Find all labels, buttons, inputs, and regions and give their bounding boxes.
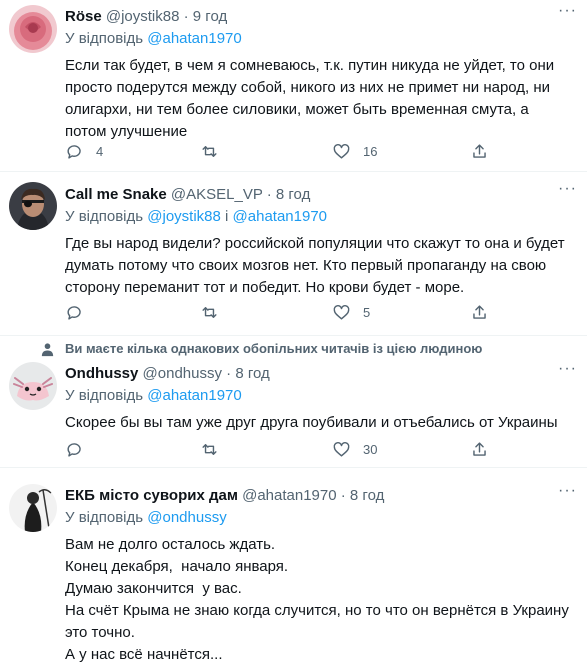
user-handle[interactable]: @ondhussy	[143, 365, 222, 382]
reply-icon	[67, 306, 81, 320]
tweet-text-line: А у нас всё начнётся...	[65, 646, 223, 663]
mention-link[interactable]: @ahatan1970	[147, 387, 241, 404]
share-button[interactable]	[470, 142, 489, 161]
reply-thread: Röse @joystik88 · 9 год У відповідь @aha…	[0, 0, 587, 663]
tweet-text-line: просто подерутся между собой, никого из …	[65, 79, 551, 96]
more-icon[interactable]: ···	[558, 2, 577, 20]
more-icon[interactable]: ···	[558, 482, 577, 500]
display-name[interactable]: Call me Snake	[65, 186, 167, 203]
separator-dot: ·	[226, 365, 232, 382]
avatar[interactable]	[9, 182, 57, 230]
avatar[interactable]	[9, 5, 57, 53]
reply-button[interactable]	[65, 440, 96, 459]
display-name[interactable]: ЕКБ місто суворих дам	[65, 487, 238, 504]
like-button[interactable]: 16	[332, 142, 377, 161]
tweet-text-line: сторону переманит тот и победит. Но кров…	[65, 279, 465, 296]
reply-context: У відповідь @ahatan1970	[65, 386, 573, 406]
like-button[interactable]: 5	[332, 303, 370, 322]
tweet-text-line: олигархи, ни тем более силовики, может б…	[65, 101, 529, 118]
share-icon	[473, 305, 486, 319]
retweet-button[interactable]	[200, 303, 231, 322]
timestamp[interactable]: 8 год	[235, 365, 269, 382]
reply-prefix: У відповідь	[65, 387, 144, 404]
avatar[interactable]	[9, 484, 57, 532]
reply-joiner: і	[225, 208, 229, 225]
reply-context: У відповідь @ondhussy	[65, 508, 573, 528]
like-icon	[333, 144, 350, 159]
action-bar: 4 16	[65, 142, 545, 164]
separator-dot: ·	[266, 186, 272, 203]
share-button[interactable]	[470, 440, 489, 459]
avatar[interactable]	[9, 362, 57, 410]
display-name[interactable]: Ondhussy	[65, 365, 138, 382]
reply-prefix: У відповідь	[65, 509, 144, 526]
user-handle[interactable]: @ahatan1970	[242, 487, 336, 504]
mention-link[interactable]: @ondhussy	[147, 509, 226, 526]
tweet[interactable]: ЕКБ місто суворих дам @ahatan1970 · 8 го…	[0, 468, 587, 663]
share-icon	[473, 442, 486, 456]
timestamp[interactable]: 8 год	[276, 186, 310, 203]
user-handle[interactable]: @AKSEL_VP	[171, 186, 263, 203]
like-icon	[333, 305, 350, 320]
tweet-text-line: думать потому что своих мозгов нет. Кто …	[65, 257, 547, 274]
action-bar: 30	[65, 440, 545, 462]
retweet-icon	[202, 444, 217, 455]
reply-prefix: У відповідь	[65, 30, 144, 47]
tweet-header: Call me Snake @AKSEL_VP · 8 год	[65, 185, 573, 205]
reply-prefix: У відповідь	[65, 208, 144, 225]
mention-link[interactable]: @joystik88	[147, 208, 221, 225]
mention-link[interactable]: @ahatan1970	[233, 208, 327, 225]
notice-text: Ви маєте кілька однакових обопільних чит…	[65, 341, 483, 356]
more-icon[interactable]: ···	[558, 180, 577, 198]
more-icon[interactable]: ···	[558, 360, 577, 378]
person-icon	[41, 343, 54, 357]
reply-button[interactable]	[65, 303, 96, 322]
tweet-text-line: Где вы народ видели? российской популяци…	[65, 235, 565, 252]
timestamp[interactable]: 8 год	[350, 487, 384, 504]
reply-context: У відповідь @ahatan1970	[65, 29, 573, 49]
like-button[interactable]: 30	[332, 440, 377, 459]
tweet-text-line: это точно.	[65, 624, 135, 641]
user-handle[interactable]: @joystik88	[106, 8, 180, 25]
retweet-button[interactable]	[200, 142, 231, 161]
tweet-text-line: потом улучшение	[65, 123, 188, 140]
tweet-text-line: Вам не долго осталось ждать.	[65, 536, 276, 553]
share-icon	[473, 144, 486, 158]
timestamp[interactable]: 9 год	[193, 8, 227, 25]
tweet[interactable]: Call me Snake @AKSEL_VP · 8 год У відпов…	[0, 172, 587, 336]
tweet-text: Скорее бы вы там уже друг друга поубивал…	[65, 412, 573, 434]
retweet-icon	[202, 146, 217, 157]
action-bar: 5	[65, 303, 545, 325]
retweet-icon	[202, 307, 217, 318]
mutual-followers-notice: Ви маєте кілька однакових обопільних чит…	[0, 338, 587, 362]
tweet-header: Röse @joystik88 · 9 год	[65, 7, 573, 27]
retweet-button[interactable]	[200, 440, 231, 459]
tweet-text-line: Конец декабря, начало января.	[65, 558, 289, 575]
separator-dot: ·	[340, 487, 346, 504]
tweet-text-line: На счёт Крыма не знаю когда случится, но…	[65, 602, 569, 619]
tweet-text: Вам не долго осталось ждать. Конец декаб…	[65, 534, 573, 666]
reply-icon	[67, 443, 81, 457]
tweet-text: Где вы народ видели? российской популяци…	[65, 233, 573, 299]
display-name[interactable]: Röse	[65, 8, 102, 25]
tweet-text-line: Если так будет, в чем я сомневаюсь, т.к.…	[65, 57, 555, 74]
like-count: 30	[363, 442, 378, 457]
separator-dot: ·	[183, 8, 189, 25]
reply-button[interactable]: 4	[65, 142, 103, 161]
reply-context: У відповідь @joystik88 і @ahatan1970	[65, 207, 573, 227]
reply-count: 4	[96, 144, 104, 159]
tweet[interactable]: Ви маєте кілька однакових обопільних чит…	[0, 336, 587, 468]
tweet[interactable]: Röse @joystik88 · 9 год У відповідь @aha…	[0, 0, 587, 172]
tweet-text: Если так будет, в чем я сомневаюсь, т.к.…	[65, 55, 573, 143]
tweet-header: Ondhussy @ondhussy · 8 год	[65, 364, 573, 384]
like-icon	[333, 442, 350, 457]
tweet-text-line: Думаю закончится у вас.	[65, 580, 242, 597]
reply-icon	[67, 145, 81, 159]
tweet-text-line: Скорее бы вы там уже друг друга поубивал…	[65, 414, 558, 431]
tweet-header: ЕКБ місто суворих дам @ahatan1970 · 8 го…	[65, 486, 573, 506]
share-button[interactable]	[470, 303, 489, 322]
mention-link[interactable]: @ahatan1970	[147, 30, 241, 47]
like-count: 5	[363, 305, 371, 320]
like-count: 16	[363, 144, 378, 159]
